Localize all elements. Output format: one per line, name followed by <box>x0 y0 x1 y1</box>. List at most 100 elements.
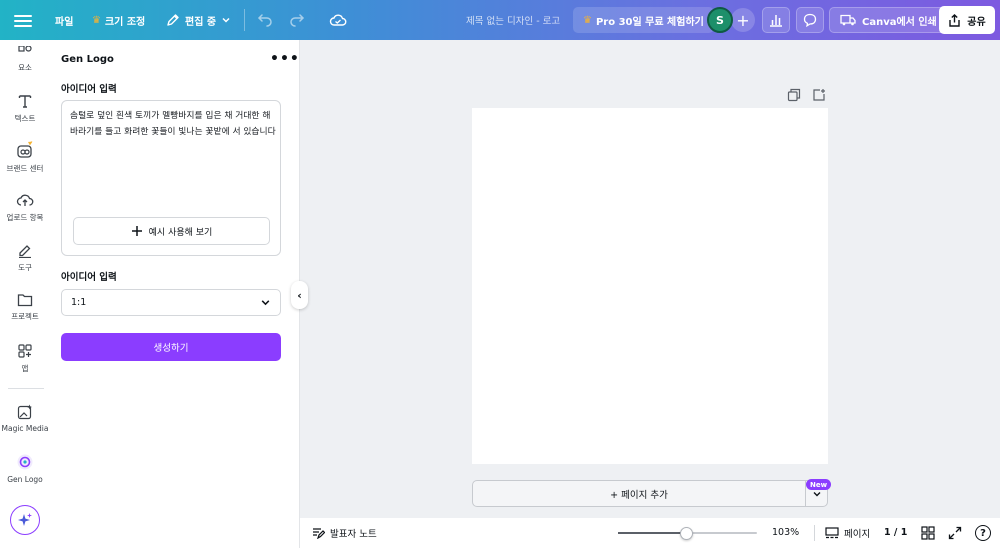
add-page-button[interactable]: + 페이지 추가 <box>472 480 806 507</box>
ratio-label: 아이디어 입력 <box>61 272 117 283</box>
gen-logo-icon <box>17 454 33 470</box>
apps-icon <box>18 344 32 358</box>
pencil-icon <box>167 14 179 26</box>
zoom-slider-thumb[interactable] <box>679 527 693 540</box>
pages-button[interactable]: 페이지 <box>825 526 870 540</box>
bar-chart-icon <box>770 15 782 27</box>
rail-item-brand[interactable]: 브랜드 센터 <box>0 141 50 174</box>
idea-textarea[interactable]: 솜털로 덮인 흰색 토끼가 멜빵바지를 입은 채 거대한 해바라기를 들고 화려… <box>61 100 281 256</box>
rail-label: 텍스트 <box>14 114 36 123</box>
generate-button[interactable]: 생성하기 <box>61 333 281 361</box>
rail-item-uploads[interactable]: 업로드 항목 <box>0 192 50 223</box>
notes-icon <box>313 528 325 539</box>
aspect-ratio-value: 1:1 <box>71 297 87 308</box>
grid-view-icon[interactable] <box>921 526 935 540</box>
chevron-left-icon: ‹ <box>297 288 302 302</box>
plus-icon <box>131 226 142 236</box>
divider <box>8 388 44 389</box>
pro-trial-label: Pro 30일 무료 체험하기 <box>595 16 704 28</box>
file-menu[interactable]: 파일 <box>55 0 73 40</box>
edit-mode-label: 편집 중 <box>185 16 217 28</box>
undo-icon[interactable] <box>257 11 273 27</box>
truck-icon <box>840 14 856 26</box>
chevron-down-icon <box>261 300 270 306</box>
add-collaborator-button[interactable]: + <box>731 8 755 32</box>
folder-icon <box>17 294 33 307</box>
page-count: 1 / 1 <box>884 527 908 538</box>
add-page-icon[interactable] <box>812 88 826 102</box>
chevron-down-icon <box>222 17 230 23</box>
rail-label: Magic Media <box>1 424 49 433</box>
new-badge: New <box>806 479 832 490</box>
bottom-bar: 발표자 노트 103% 페이지 1 / 1 ? <box>300 518 1000 548</box>
help-button[interactable]: ? <box>975 525 991 541</box>
try-example-label: 예시 사용해 보기 <box>148 227 213 238</box>
avatar[interactable]: S <box>707 7 733 33</box>
print-label: Canva에서 인쇄 <box>862 16 937 28</box>
text-icon <box>18 95 32 108</box>
try-example-button[interactable]: 예시 사용해 보기 <box>73 217 270 245</box>
idea-text[interactable]: 솜털로 덮인 흰색 토끼가 멜빵바지를 입은 채 거대한 해바라기를 들고 화려… <box>70 108 276 140</box>
notes-button[interactable]: 발표자 노트 <box>312 526 377 540</box>
divider <box>244 9 245 31</box>
zoom-slider[interactable] <box>618 527 757 540</box>
crown-icon: ♛ <box>92 14 101 26</box>
comments-button[interactable] <box>796 7 824 33</box>
zoom-value[interactable]: 103% <box>772 527 799 538</box>
magic-media-icon <box>17 404 32 420</box>
rail-item-magic-media[interactable]: Magic Media <box>0 404 50 433</box>
insights-button[interactable] <box>762 7 790 33</box>
edit-mode-dropdown[interactable]: 편집 중 <box>166 0 231 40</box>
draw-icon <box>19 245 31 258</box>
elements-icon <box>18 46 32 52</box>
resize-button[interactable]: ♛ 크기 조정 <box>92 0 145 40</box>
fullscreen-icon[interactable] <box>948 526 962 540</box>
left-rail: 요소 텍스트 브랜드 센터 업로드 항목 도구 프로젝트 앱 Magic Med… <box>0 40 50 548</box>
cloud-saved-icon[interactable] <box>329 11 347 29</box>
plus-icon: + <box>736 10 750 30</box>
upload-icon <box>16 194 34 206</box>
pages-label: 페이지 <box>844 529 871 540</box>
menu-icon[interactable] <box>14 12 32 28</box>
notes-label: 발표자 노트 <box>330 529 377 540</box>
panel-title: Gen Logo <box>61 54 114 65</box>
brand-icon <box>17 141 33 158</box>
rail-item-apps[interactable]: 앱 <box>0 343 50 374</box>
rail-item-text[interactable]: 텍스트 <box>0 93 50 124</box>
rail-item-projects[interactable]: 프로젝트 <box>0 293 50 322</box>
rail-label: 프로젝트 <box>11 312 39 321</box>
print-button[interactable]: Canva에서 인쇄 <box>829 7 948 33</box>
rail-item-elements[interactable]: 요소 <box>0 46 50 73</box>
resize-label: 크기 조정 <box>104 16 146 28</box>
crown-icon: ♛ <box>583 14 592 26</box>
sparkle-icon <box>18 513 32 526</box>
comment-icon <box>803 13 817 27</box>
rail-label: 업로드 항목 <box>6 213 44 222</box>
more-options-icon[interactable]: ••• <box>270 52 300 66</box>
collapse-panel-button[interactable]: ‹ <box>291 281 308 309</box>
zoom-slider-fill <box>618 532 687 534</box>
rail-label: 앱 <box>21 364 29 373</box>
document-title[interactable]: 제목 없는 디자인 - 로고 <box>466 0 560 40</box>
rail-label: 도구 <box>18 263 32 272</box>
share-button[interactable]: 공유 <box>939 6 995 34</box>
pages-icon <box>825 527 839 539</box>
top-bar: 파일 ♛ 크기 조정 편집 중 제목 없는 디자인 - 로고 ♛ Pro 30일… <box>0 0 1000 40</box>
pro-trial-button[interactable]: ♛ Pro 30일 무료 체험하기 <box>573 7 714 33</box>
share-icon <box>949 13 960 27</box>
aspect-ratio-select[interactable]: 1:1 <box>61 289 281 316</box>
duplicate-page-icon[interactable] <box>787 88 801 102</box>
rail-label: 요소 <box>18 63 32 72</box>
idea-label: 아이디어 입력 <box>61 84 117 95</box>
rail-label: Gen Logo <box>7 475 43 484</box>
gen-logo-panel: Gen Logo ••• 아이디어 입력 솜털로 덮인 흰색 토끼가 멜빵바지를… <box>50 40 300 548</box>
divider <box>814 525 815 541</box>
magic-assistant-button[interactable] <box>10 505 40 535</box>
design-page[interactable] <box>472 108 828 464</box>
rail-item-gen-logo[interactable]: Gen Logo <box>0 453 50 484</box>
rail-item-tools[interactable]: 도구 <box>0 242 50 273</box>
redo-icon[interactable] <box>289 11 305 27</box>
share-label: 공유 <box>967 16 986 28</box>
chevron-down-icon <box>813 491 820 496</box>
rail-label: 브랜드 센터 <box>6 164 44 173</box>
